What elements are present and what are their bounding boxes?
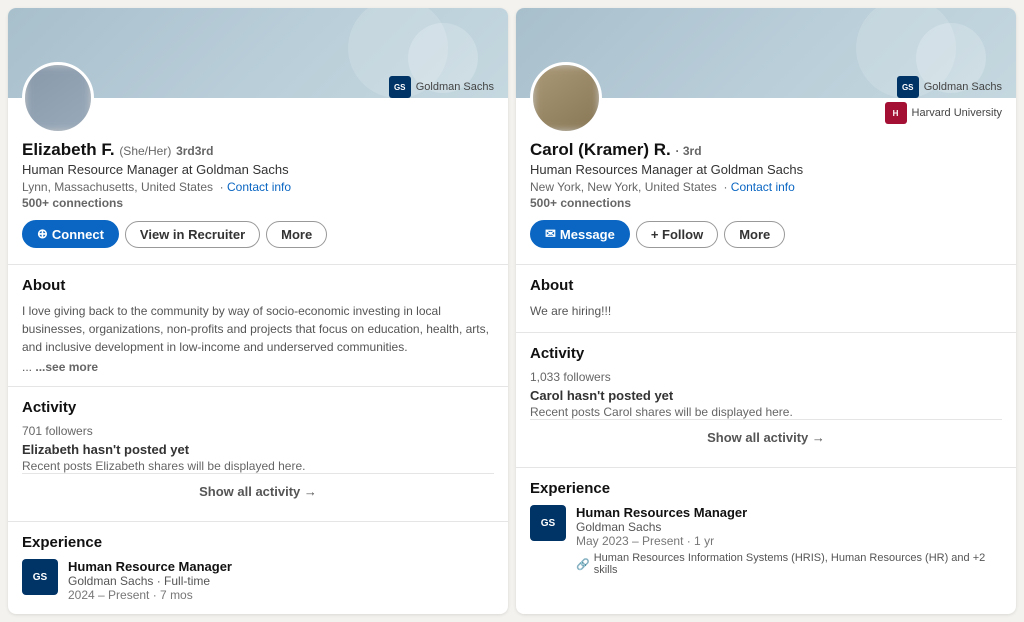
right-activity-section: Activity 1,033 followers Carol hasn't po… — [516, 332, 1016, 467]
left-more-button[interactable]: More — [266, 221, 327, 248]
left-avatar-image — [25, 65, 91, 131]
right-activity-sub: Recent posts Carol shares will be displa… — [530, 405, 1002, 419]
left-profile-header: GS Goldman Sachs Elizabeth F. (She/Her) … — [8, 62, 508, 264]
right-exp-skills: 🔗 Human Resources Information Systems (H… — [576, 552, 1002, 576]
left-company-badge-gs: GS Goldman Sachs — [389, 76, 494, 98]
left-activity-title: Activity — [22, 399, 494, 416]
right-company-badge-gs: GS Goldman Sachs — [897, 76, 1002, 98]
left-about-section: About I love giving back to the communit… — [8, 264, 508, 386]
left-view-recruiter-button[interactable]: View in Recruiter — [125, 221, 260, 248]
right-no-post: Carol hasn't posted yet — [530, 388, 1002, 403]
right-harvard-name: Harvard University — [912, 107, 1002, 119]
left-profile-card: GS Goldman Sachs Elizabeth F. (She/Her) … — [8, 8, 508, 614]
left-no-post: Elizabeth hasn't posted yet — [22, 442, 494, 457]
right-exp-duration: May 2023 – Present · 1 yr — [576, 534, 1002, 548]
right-activity-followers: 1,033 followers — [530, 370, 1002, 384]
left-activity-followers: 701 followers — [22, 424, 494, 438]
left-action-buttons: ⊕ Connect View in Recruiter More — [22, 220, 494, 248]
left-ellipsis: ... ...see more — [22, 360, 494, 374]
left-experience-title: Experience — [22, 534, 494, 551]
left-experience-section: Experience GS Human Resource Manager Gol… — [8, 521, 508, 614]
left-contact-link[interactable]: Contact info — [227, 180, 291, 194]
right-follow-button[interactable]: + Follow — [636, 221, 718, 248]
left-about-text: I love giving back to the community by w… — [22, 302, 494, 356]
right-company-badges: GS Goldman Sachs H Harvard University — [885, 76, 1002, 124]
right-exp-company: Goldman Sachs — [576, 520, 1002, 534]
right-message-button[interactable]: ✉ Message — [530, 220, 630, 248]
left-exp-item: GS Human Resource Manager Goldman Sachs … — [22, 559, 494, 602]
left-connect-button[interactable]: ⊕ Connect — [22, 220, 119, 248]
right-action-buttons: ✉ Message + Follow More — [530, 220, 1002, 248]
right-exp-info: Human Resources Manager Goldman Sachs Ma… — [576, 505, 1002, 576]
left-exp-logo: GS — [22, 559, 58, 595]
left-profile-location: Lynn, Massachusetts, United States · Con… — [22, 180, 494, 194]
right-about-section: About We are hiring!!! — [516, 264, 1016, 332]
right-more-button[interactable]: More — [724, 221, 785, 248]
right-gs-name: Goldman Sachs — [924, 81, 1002, 93]
right-about-text: We are hiring!!! — [530, 302, 1002, 320]
right-exp-role: Human Resources Manager — [576, 505, 1002, 520]
right-about-title: About — [530, 277, 1002, 294]
right-contact-link[interactable]: Contact info — [731, 180, 795, 194]
right-profile-title: Human Resources Manager at Goldman Sachs — [530, 162, 1002, 177]
left-avatar — [22, 62, 94, 134]
left-see-more-link[interactable]: ...see more — [35, 360, 98, 374]
left-profile-name: Elizabeth F. (She/Her) 3rd3rd — [22, 140, 494, 160]
right-exp-item: GS Human Resources Manager Goldman Sachs… — [530, 505, 1002, 576]
left-exp-info: Human Resource Manager Goldman Sachs · F… — [68, 559, 232, 602]
right-avatar-image — [533, 65, 599, 131]
right-harvard-logo: H — [885, 102, 907, 124]
right-show-all-activity[interactable]: Show all activity → — [530, 419, 1002, 455]
right-avatar — [530, 62, 602, 134]
left-exp-role: Human Resource Manager — [68, 559, 232, 574]
right-experience-section: Experience GS Human Resources Manager Go… — [516, 467, 1016, 588]
message-icon: ✉ — [545, 226, 556, 242]
left-activity-section: Activity 701 followers Elizabeth hasn't … — [8, 386, 508, 521]
left-exp-company: Goldman Sachs · Full-time — [68, 574, 232, 588]
connect-icon: ⊕ — [37, 226, 48, 242]
right-experience-title: Experience — [530, 480, 1002, 497]
right-connections: 500+ connections — [530, 196, 1002, 210]
left-exp-duration: 2024 – Present · 7 mos — [68, 588, 232, 602]
left-gs-logo: GS — [389, 76, 411, 98]
skills-icon: 🔗 — [576, 558, 590, 571]
right-profile-header: GS Goldman Sachs H Harvard University Ca… — [516, 62, 1016, 264]
right-gs-logo: GS — [897, 76, 919, 98]
right-company-badge-harvard: H Harvard University — [885, 102, 1002, 124]
left-gs-name: Goldman Sachs — [416, 81, 494, 93]
left-company-badges: GS Goldman Sachs — [389, 76, 494, 98]
left-see-more: ...see more — [35, 360, 98, 374]
left-profile-title: Human Resource Manager at Goldman Sachs — [22, 162, 494, 177]
right-profile-card: GS Goldman Sachs H Harvard University Ca… — [516, 8, 1016, 614]
left-about-title: About — [22, 277, 494, 294]
right-profile-location: New York, New York, United States · Cont… — [530, 180, 1002, 194]
right-profile-name: Carol (Kramer) R. · 3rd — [530, 140, 1002, 160]
left-connections: 500+ connections — [22, 196, 494, 210]
right-activity-title: Activity — [530, 345, 1002, 362]
right-exp-logo: GS — [530, 505, 566, 541]
left-show-all-activity[interactable]: Show all activity → — [22, 473, 494, 509]
left-activity-sub: Recent posts Elizabeth shares will be di… — [22, 459, 494, 473]
